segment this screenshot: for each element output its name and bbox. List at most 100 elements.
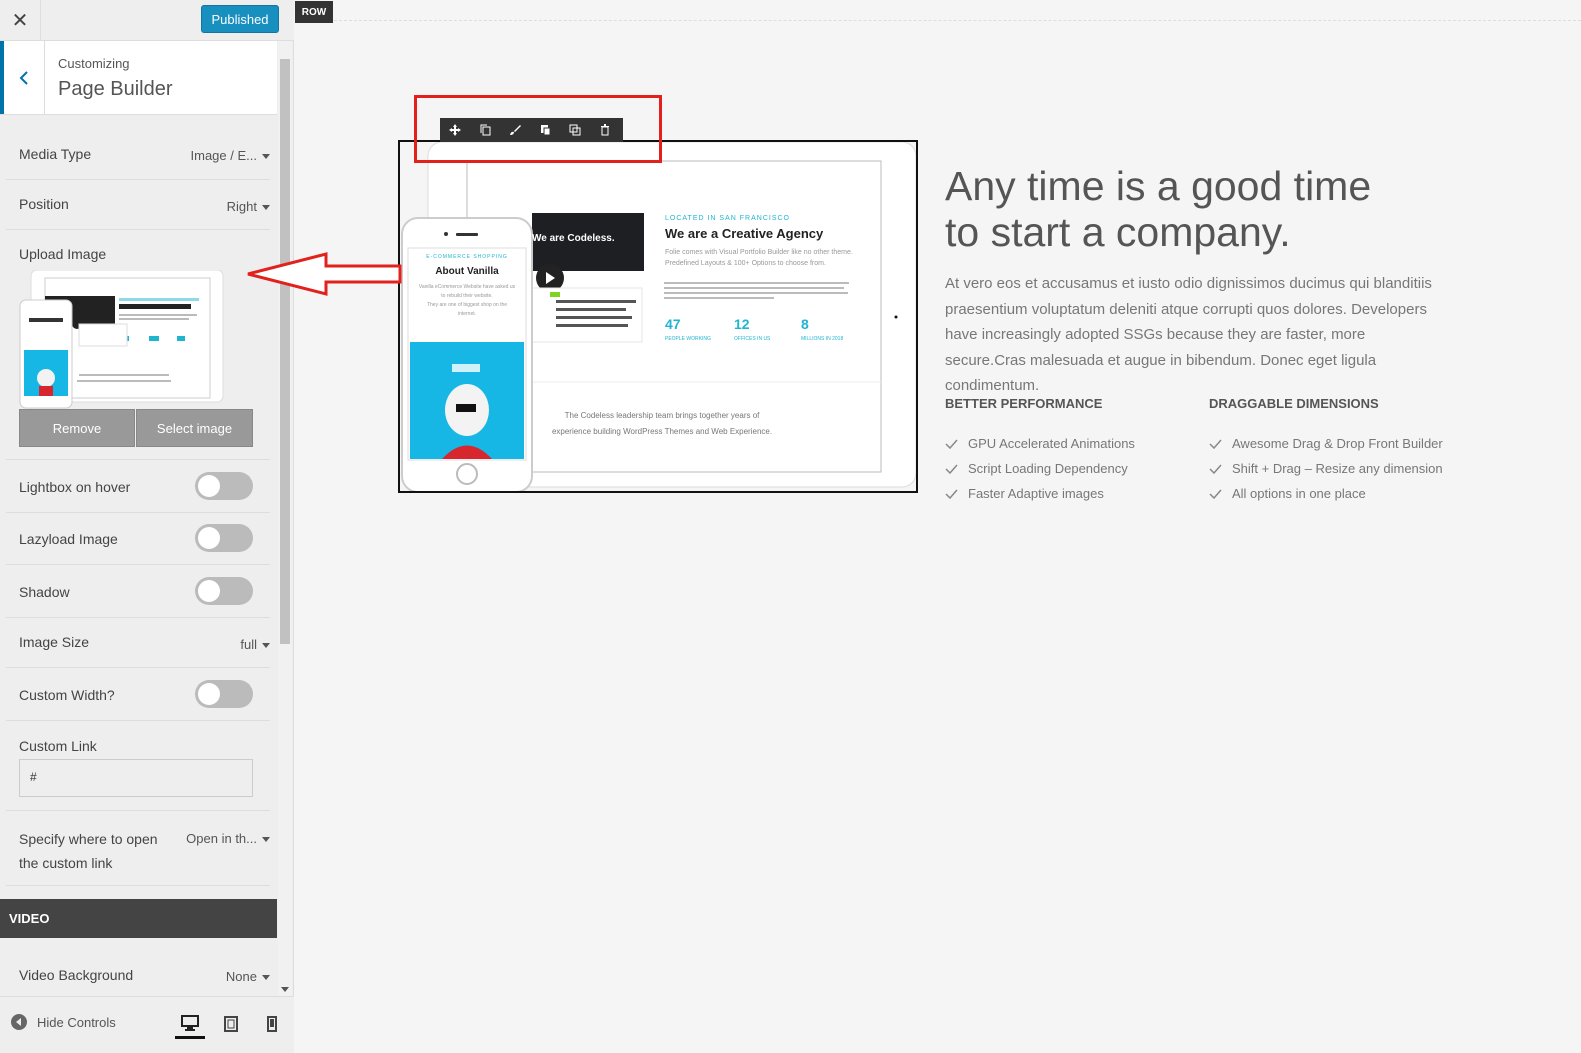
media-type-label: Media Type — [19, 146, 92, 162]
lightbox-toggle[interactable] — [195, 472, 253, 500]
mobile-icon — [267, 1016, 277, 1032]
mock-agency-title: We are a Creative Agency — [665, 226, 824, 241]
lightbox-row: Lightbox on hover — [6, 460, 270, 513]
feature-item: Faster Adaptive images — [945, 486, 1104, 501]
chevron-left-icon — [19, 70, 28, 85]
lightbox-label: Lightbox on hover — [19, 479, 131, 495]
custom-link-input[interactable]: # — [19, 759, 253, 797]
mock-stat-3-label: MILLIONS IN 2018 — [801, 336, 844, 342]
close-button[interactable]: ✕ — [0, 0, 41, 41]
custom-link-row: Custom Link # — [6, 721, 270, 811]
check-icon — [1209, 439, 1222, 449]
mock-stat-2: 12 — [734, 316, 750, 332]
open-link-label: Specify where to open the custom link — [19, 831, 158, 871]
position-label: Position — [19, 196, 69, 212]
section-header: Customizing Page Builder — [0, 41, 277, 115]
media-type-select[interactable]: Image / E... — [191, 148, 270, 163]
video-section-header: VIDEO — [0, 899, 277, 938]
toggle-knob — [198, 580, 220, 602]
video-background-select[interactable]: None — [226, 969, 270, 984]
select-image-button[interactable]: Select image — [136, 409, 253, 447]
site-preview: ROW LOCATED IN SAN FRANCISCO We are a Cr… — [247, 0, 1581, 1053]
headline: Any time is a good time to start a compan… — [945, 163, 1372, 255]
feature-item: Script Loading Dependency — [945, 461, 1128, 476]
performance-heading: BETTER PERFORMANCE — [945, 396, 1103, 411]
feature-item: All options in one place — [1209, 486, 1366, 501]
row-top-divider — [334, 20, 1581, 21]
position-row: Position Right — [6, 180, 270, 230]
caret-down-icon — [262, 837, 270, 843]
check-icon — [945, 439, 958, 449]
open-link-row: Specify where to open the custom link Ope… — [6, 811, 270, 886]
check-icon — [1209, 464, 1222, 474]
thumbnail-image — [19, 269, 224, 409]
tablet-preview-button[interactable] — [216, 1009, 246, 1039]
mock-codeless: We are Codeless. — [532, 233, 615, 244]
shadow-row: Shadow — [6, 565, 270, 618]
customizer-topbar: ✕ Published — [0, 0, 294, 41]
image-size-select[interactable]: full — [240, 637, 270, 652]
custom-width-toggle[interactable] — [195, 680, 253, 708]
media-type-row: Media Type Image / E... — [6, 128, 270, 180]
dimensions-heading: DRAGGABLE DIMENSIONS — [1209, 396, 1379, 411]
upload-image-label: Upload Image — [19, 246, 107, 262]
mock-stat-2-label: OFFICES IN US — [734, 336, 771, 342]
feature-item: GPU Accelerated Animations — [945, 436, 1135, 451]
feature-item: Shift + Drag – Resize any dimension — [1209, 461, 1443, 476]
customizing-label: Customizing — [58, 56, 130, 71]
check-icon — [1209, 489, 1222, 499]
image-size-row: Image Size full — [6, 618, 270, 668]
mock-stat-1: 47 — [665, 316, 681, 332]
red-annotation-arrow — [247, 252, 402, 296]
custom-width-row: Custom Width? — [6, 668, 270, 721]
desktop-icon — [181, 1014, 199, 1031]
scroll-down-icon[interactable] — [281, 987, 289, 992]
upload-image-row: Upload Image Remove Select image — [6, 230, 270, 460]
check-icon — [945, 464, 958, 474]
body-paragraph: At vero eos et accusamus et iusto odio d… — [945, 275, 1432, 394]
scroll-thumb[interactable] — [280, 59, 290, 644]
desktop-preview-button[interactable] — [175, 1009, 205, 1039]
image-size-label: Image Size — [19, 634, 90, 650]
toggle-knob — [198, 527, 220, 549]
check-icon — [945, 489, 958, 499]
tablet-icon — [224, 1016, 238, 1032]
mock-located: LOCATED IN SAN FRANCISCO — [665, 215, 790, 222]
custom-width-label: Custom Width? — [19, 687, 115, 703]
mock-phone-title: About Vanilla — [435, 266, 499, 277]
customizer-sidebar: ✕ Published Customizing Page Builder Med… — [0, 0, 294, 1053]
published-button[interactable]: Published — [201, 5, 279, 33]
red-annotation-box — [414, 95, 662, 163]
mock-stat-1-label: PEOPLE WORKING — [665, 336, 711, 342]
toggle-knob — [198, 475, 220, 497]
lazyload-toggle[interactable] — [195, 524, 253, 552]
collapse-icon — [11, 1014, 27, 1030]
caret-down-icon — [262, 975, 270, 981]
mock-stat-3: 8 — [801, 316, 809, 332]
back-button[interactable] — [0, 41, 45, 114]
sidebar-scrollbar[interactable] — [278, 41, 292, 996]
hide-controls-label: Hide Controls — [37, 1014, 116, 1030]
toggle-knob — [198, 683, 220, 705]
custom-link-label: Custom Link — [19, 738, 97, 754]
shadow-toggle[interactable] — [195, 577, 253, 605]
hide-controls-button[interactable]: Hide Controls — [10, 1013, 116, 1031]
mock-agency-sub: Folie comes with Visual Portfolio Builde… — [665, 249, 853, 267]
position-select[interactable]: Right — [227, 199, 270, 214]
mock-leadership-text: The Codeless leadership team brings toge… — [551, 411, 773, 436]
row-tag[interactable]: ROW — [295, 1, 333, 23]
open-link-select[interactable]: Open in th... — [186, 831, 270, 846]
settings-panel: Media Type Image / E... Position Right U… — [0, 128, 277, 996]
video-background-label: Video Background — [19, 967, 134, 983]
upload-image-thumbnail[interactable] — [19, 269, 224, 410]
shadow-label: Shadow — [19, 584, 70, 600]
remove-image-button[interactable]: Remove — [19, 409, 135, 447]
video-background-row: Video Background None — [6, 956, 270, 996]
section-title: Page Builder — [58, 78, 173, 100]
mobile-preview-button[interactable] — [257, 1009, 287, 1039]
customizer-footer: Hide Controls — [0, 996, 294, 1053]
caret-down-icon — [262, 154, 270, 160]
caret-down-icon — [262, 205, 270, 211]
lazyload-label: Lazyload Image — [19, 531, 118, 547]
selected-image-element[interactable]: LOCATED IN SAN FRANCISCO We are a Creati… — [398, 140, 918, 493]
